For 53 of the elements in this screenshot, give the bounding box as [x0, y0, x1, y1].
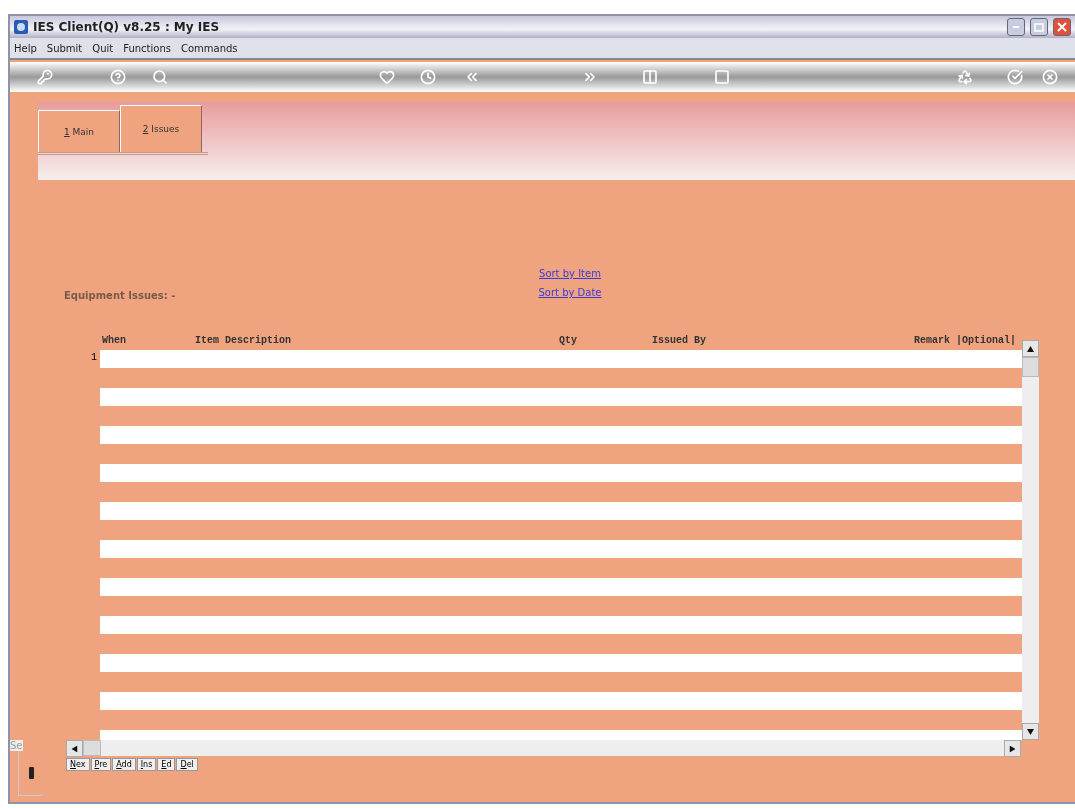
nav-button[interactable]: Del — [176, 758, 198, 771]
nav-button[interactable]: Nex — [66, 758, 90, 771]
row-number: 1 — [90, 352, 98, 365]
close-icon — [1057, 22, 1067, 32]
menu-item[interactable]: Functions — [123, 42, 171, 54]
nav-button[interactable]: Pre — [90, 758, 112, 771]
menu-item[interactable]: Submit — [46, 42, 83, 54]
search-button[interactable] — [152, 69, 168, 85]
column-header: Qty — [559, 334, 578, 346]
tab[interactable]: 1 Main — [38, 110, 120, 152]
column-header: Remark |Optional| — [913, 334, 1016, 346]
column-header: When — [102, 334, 127, 346]
key-button[interactable] — [37, 69, 53, 85]
sort-link[interactable]: Sort by Date — [538, 287, 602, 298]
scroll-up-button[interactable] — [1022, 340, 1039, 357]
minimize-button[interactable] — [1007, 18, 1025, 36]
menu-item[interactable]: Quit — [92, 42, 114, 54]
minimize-icon — [1013, 26, 1019, 28]
help-button[interactable] — [110, 69, 126, 85]
scroll-down-button[interactable] — [1022, 723, 1039, 740]
vertical-scrollbar[interactable] — [1022, 340, 1039, 740]
menu-item[interactable]: Commands — [180, 42, 238, 54]
sort-link[interactable]: Sort by Item — [539, 268, 601, 279]
close-button[interactable] — [1053, 18, 1071, 36]
up-arrow-icon — [1027, 345, 1034, 352]
maximize-icon — [1034, 22, 1044, 32]
window-title: IES Client(Q) v8.25 : My IES — [33, 20, 221, 34]
check-button[interactable] — [1007, 69, 1023, 85]
left-arrow-icon — [71, 745, 78, 752]
scroll-right-button[interactable] — [1004, 740, 1021, 757]
recycle-button[interactable] — [957, 69, 973, 85]
scroll-left-button[interactable] — [66, 740, 83, 757]
horizontal-scrollbar[interactable] — [66, 740, 1021, 756]
right-arrow-icon — [1009, 745, 1016, 752]
column-header: Issued By — [652, 334, 707, 346]
scroll-thumb[interactable] — [83, 740, 101, 756]
maximize-button[interactable] — [1030, 18, 1048, 36]
side-label: Se — [10, 740, 23, 751]
clock-button[interactable] — [420, 69, 436, 85]
slot-icon — [28, 767, 34, 779]
nav-button[interactable]: Add — [112, 758, 136, 771]
menu-item[interactable]: Help — [14, 42, 37, 54]
tab[interactable]: 2 Issues — [120, 105, 202, 152]
columns-button[interactable] — [642, 69, 658, 85]
nav-button[interactable]: Ins — [136, 758, 157, 771]
down-arrow-icon — [1027, 728, 1034, 735]
scroll-thumb[interactable] — [1022, 357, 1039, 377]
stop-button[interactable] — [714, 69, 730, 85]
app-icon — [14, 20, 28, 34]
section-label: Equipment Issues: - — [64, 290, 176, 301]
nav-button[interactable]: Ed — [157, 758, 176, 771]
column-header: Item Description — [195, 334, 292, 346]
heart-button[interactable] — [379, 69, 395, 85]
